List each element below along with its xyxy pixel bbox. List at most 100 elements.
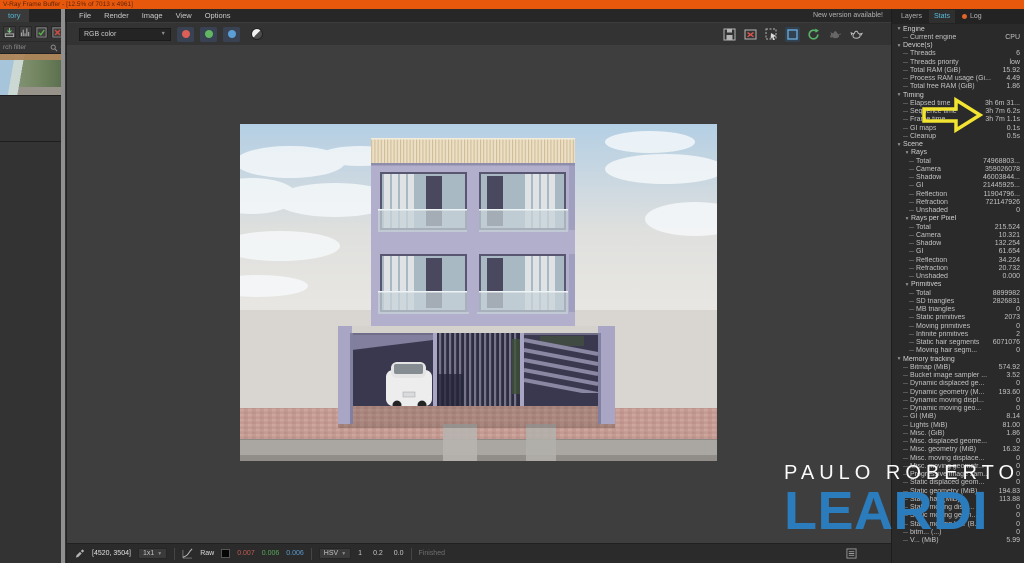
color-mode-select[interactable]: HSV ▼ xyxy=(319,548,351,559)
stop-render-button[interactable] xyxy=(827,27,842,42)
stats-row: Camera359026078 xyxy=(892,165,1024,173)
stats-group-row[interactable]: ▾Memory tracking xyxy=(892,355,1024,363)
stats-group-row[interactable]: ▾Scene xyxy=(892,141,1024,149)
menu-item-render[interactable]: Render xyxy=(104,11,129,20)
stat-value: 0.5s xyxy=(1004,133,1020,140)
stat-label: Infinite primitives xyxy=(916,331,968,338)
stat-value: CPU xyxy=(1002,34,1020,41)
ab-compare-button[interactable] xyxy=(19,26,32,38)
mono-channel-button[interactable] xyxy=(248,27,265,42)
tab-log[interactable]: Log xyxy=(957,10,987,23)
stat-label: Dynamic displaced ge... xyxy=(910,380,984,387)
tree-branch-line xyxy=(909,169,914,170)
history-thumbnail-room[interactable] xyxy=(0,96,61,142)
stat-value: 15.92 xyxy=(999,67,1020,74)
stats-group-row[interactable]: ▾Rays per Pixel xyxy=(892,215,1024,223)
stat-value: 3h 6m 31... xyxy=(982,100,1020,107)
menu-item-image[interactable]: Image xyxy=(142,11,163,20)
tab-layers[interactable]: Layers xyxy=(896,10,927,23)
save-to-history-button[interactable] xyxy=(3,26,16,38)
stat-label: Bitmap (MiB) xyxy=(910,364,950,371)
tree-expand-icon[interactable]: ▾ xyxy=(903,150,911,156)
display-value-1: 0.2 xyxy=(373,550,383,557)
stats-group-row[interactable]: ▾Device(s) xyxy=(892,42,1024,50)
tree-expand-icon[interactable]: ▾ xyxy=(895,142,903,148)
stat-label: Primitives xyxy=(911,281,941,288)
save-image-button[interactable] xyxy=(722,27,737,42)
tree-branch-line xyxy=(909,350,914,351)
chevron-down-icon: ▼ xyxy=(157,551,162,557)
stats-row: Misc. geometry (MiB)16.32 xyxy=(892,446,1024,454)
stat-label: Device(s) xyxy=(903,42,933,49)
track-mouse-button[interactable] xyxy=(785,27,800,42)
tree-branch-line xyxy=(903,128,908,129)
clear-image-button[interactable] xyxy=(743,27,758,42)
tree-expand-icon[interactable]: ▾ xyxy=(895,92,903,98)
history-thumbnail-corridor[interactable] xyxy=(0,54,61,96)
region-render-button[interactable] xyxy=(764,27,779,42)
history-toolbar xyxy=(0,22,66,41)
menu-item-file[interactable]: File xyxy=(79,11,91,20)
curve-correction-icon[interactable] xyxy=(182,548,193,559)
tree-expand-icon[interactable]: ▾ xyxy=(903,282,911,288)
scrollbar-thumb[interactable] xyxy=(61,9,65,563)
green-channel-button[interactable] xyxy=(200,27,217,42)
stat-label: Misc. moving displace... xyxy=(910,455,984,462)
window-title: V-Ray Frame Buffer - [12.5% of 7013 x 49… xyxy=(3,1,133,8)
clear-image-icon xyxy=(744,28,757,41)
render-last-button[interactable] xyxy=(806,27,821,42)
tree-branch-line xyxy=(903,103,908,104)
stats-row: Total free RAM (GiB)1.86 xyxy=(892,83,1024,91)
panel-toggle-icon[interactable] xyxy=(846,548,857,559)
set-check-button[interactable] xyxy=(35,26,48,38)
tree-expand-icon[interactable]: ▾ xyxy=(895,356,903,362)
channel-select[interactable]: RGB color ▼ xyxy=(79,28,171,41)
window-title-bar[interactable]: V-Ray Frame Buffer - [12.5% of 7013 x 49… xyxy=(0,0,1024,9)
stat-label: SD triangles xyxy=(916,298,954,305)
tree-branch-line xyxy=(909,177,914,178)
red-channel-icon xyxy=(182,30,190,38)
divider xyxy=(174,548,175,560)
new-version-link[interactable]: New version available! xyxy=(813,12,883,19)
render-teapot-icon xyxy=(849,28,863,41)
history-scrollbar[interactable] xyxy=(61,9,65,563)
render-button[interactable] xyxy=(848,27,863,42)
tree-branch-line xyxy=(903,37,908,38)
blue-channel-button[interactable] xyxy=(223,27,240,42)
stat-label: Dynamic geometry (M... xyxy=(910,389,984,396)
tree-branch-line xyxy=(909,317,914,318)
stat-label: Total free RAM (GiB) xyxy=(910,83,975,90)
stat-label: Misc. displaced geome... xyxy=(910,438,987,445)
raw-label[interactable]: Raw xyxy=(200,550,214,557)
color-picker-icon[interactable] xyxy=(75,548,85,559)
stat-label: Unshaded xyxy=(916,273,948,280)
stat-value: 3h 7m 6.2s xyxy=(982,108,1020,115)
tree-branch-line xyxy=(909,227,914,228)
menu-item-options[interactable]: Options xyxy=(205,11,231,20)
stat-label: Dynamic moving displ... xyxy=(910,397,984,404)
history-search-field[interactable]: rch filter ▾ xyxy=(0,41,66,54)
zoom-select[interactable]: 1x1 ▼ xyxy=(138,548,167,559)
stats-group-row[interactable]: ▾Rays xyxy=(892,149,1024,157)
stats-group-row[interactable]: ▾Engine xyxy=(892,25,1024,33)
tree-expand-icon[interactable]: ▾ xyxy=(895,26,903,32)
menu-item-view[interactable]: View xyxy=(176,11,192,20)
red-channel-button[interactable] xyxy=(177,27,194,42)
mono-channel-icon xyxy=(251,28,263,40)
tree-expand-icon[interactable]: ▾ xyxy=(895,43,903,49)
blue-channel-icon xyxy=(228,30,236,38)
stats-row: Shadow132.254 xyxy=(892,240,1024,248)
stats-group-row[interactable]: ▾Primitives xyxy=(892,281,1024,289)
tree-branch-line xyxy=(903,441,908,442)
green-channel-icon xyxy=(205,30,213,38)
stat-label: Bucket image sampler ... xyxy=(910,372,987,379)
tree-expand-icon[interactable]: ▾ xyxy=(903,216,911,222)
stat-label: Lights (MiB) xyxy=(910,422,947,429)
tree-branch-line xyxy=(909,326,914,327)
tab-stats[interactable]: Stats xyxy=(929,10,955,23)
stats-row: Misc. moving displace...0 xyxy=(892,454,1024,462)
stat-label: Dynamic moving geo... xyxy=(910,405,981,412)
tab-history[interactable]: tory xyxy=(0,9,29,22)
stat-value: 0 xyxy=(1013,405,1020,412)
stats-row: Process RAM usage (Gi...4.49 xyxy=(892,75,1024,83)
